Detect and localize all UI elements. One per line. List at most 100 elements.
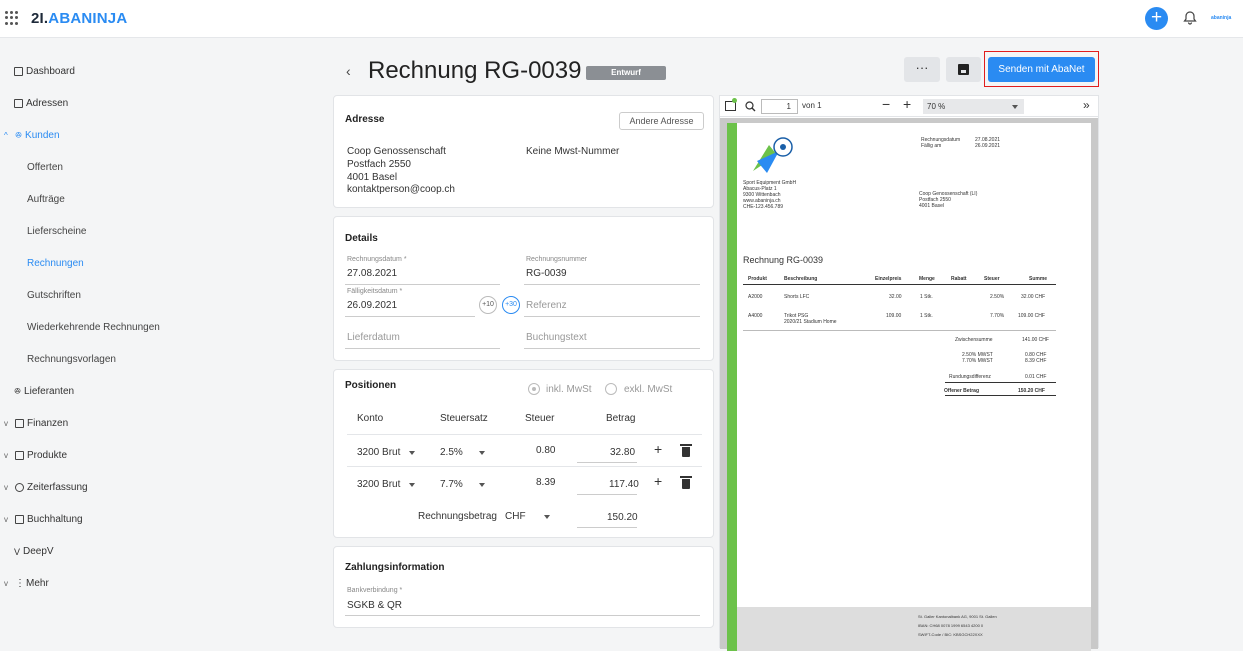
details-title: Details — [345, 233, 378, 244]
zoom-in-icon[interactable]: + — [903, 96, 911, 112]
bell-icon[interactable] — [1182, 10, 1198, 26]
sidebar-item-deepv[interactable]: V DeepV — [14, 546, 54, 557]
pdf-col-header: Rabatt — [951, 276, 967, 282]
plus-30-days-button[interactable]: +30 — [502, 296, 520, 314]
sidebar-item-kunden[interactable]: ^ ꔮ Kunden — [4, 130, 60, 141]
bank-select[interactable]: SGKB & QR — [347, 600, 402, 611]
sidebar-item-offerten[interactable]: Offerten — [27, 162, 63, 173]
excl-vat-label: exkl. MwSt — [624, 384, 673, 395]
dropdown-arrow-icon[interactable] — [479, 451, 485, 455]
chevron-down-icon: v — [4, 419, 8, 428]
add-row-icon[interactable]: + — [654, 473, 662, 489]
tax-rate-select[interactable]: 7.7% — [440, 479, 463, 490]
app-logo[interactable]: 2I.ABANINJA — [31, 10, 127, 27]
sidebar-item-rechnungsvorlagen[interactable]: Rechnungsvorlagen — [27, 354, 116, 365]
send-abanet-button[interactable]: Senden mit AbaNet — [988, 57, 1095, 82]
account-logo[interactable]: abaninja — [1211, 15, 1231, 21]
address-line: 4001 Basel — [347, 172, 398, 183]
due-date-field[interactable]: 26.09.2021 — [347, 300, 397, 311]
search-icon[interactable] — [745, 101, 756, 112]
dropdown-arrow-icon[interactable] — [409, 451, 415, 455]
sidebar-item-buchhaltung[interactable]: v Buchhaltung — [4, 514, 83, 525]
address-line: Coop Genossenschaft — [347, 146, 446, 157]
sidebar-item-mehr[interactable]: v ⋮ Mehr — [4, 578, 49, 589]
invoice-date-label: Rechnungsdatum * — [347, 256, 407, 263]
meta-label: Fällig am — [921, 143, 942, 149]
positions-card: Positionen inkl. MwSt exkl. MwSt Konto S… — [333, 369, 714, 538]
top-bar: 2I.ABANINJA + abaninja — [0, 0, 1243, 38]
pdf-col-header: Summe — [1029, 276, 1048, 282]
trash-icon[interactable] — [680, 476, 692, 489]
column-header-steuer: Steuer — [525, 413, 555, 424]
currency-select[interactable]: CHF — [505, 511, 526, 522]
other-address-button[interactable]: Andere Adresse — [619, 112, 704, 130]
page-number-input[interactable]: 1 — [761, 99, 798, 114]
account-select[interactable]: 3200 Brut — [357, 447, 400, 458]
pdf-rule — [743, 284, 1056, 285]
dropdown-arrow-icon[interactable] — [409, 483, 415, 487]
trash-icon[interactable] — [680, 444, 692, 457]
pdf-page: Sport Equipment GmbH Abacus-Platz 1 9300… — [727, 123, 1091, 651]
pdf-item-tax: 2.50% — [990, 294, 1005, 300]
booking-text-input[interactable]: Buchungstext — [526, 332, 587, 343]
field-underline — [577, 462, 637, 463]
sidebar-item-dashboard[interactable]: Dashboard — [14, 66, 75, 77]
incl-vat-radio[interactable] — [528, 383, 540, 395]
dropdown-arrow-icon[interactable] — [544, 515, 550, 519]
dropdown-arrow-icon[interactable] — [479, 483, 485, 487]
zoom-select[interactable]: 70 % — [923, 99, 1024, 114]
field-underline — [345, 316, 475, 317]
sidebar-item-produkte[interactable]: v Produkte — [4, 450, 67, 461]
column-header-steuersatz: Steuersatz — [440, 413, 488, 424]
add-row-icon[interactable]: + — [654, 441, 662, 457]
amount-input[interactable]: 117.40 — [609, 479, 639, 490]
bank-label: Bankverbindung * — [347, 587, 403, 594]
column-header-konto: Konto — [357, 413, 384, 424]
delivery-date-input[interactable]: Lieferdatum — [347, 332, 400, 343]
sidebar-item-auftraege[interactable]: Aufträge — [27, 194, 65, 205]
tax-rate-select[interactable]: 2.5% — [440, 447, 463, 458]
sidebar-item-lieferscheine[interactable]: Lieferscheine — [27, 226, 86, 237]
field-underline — [577, 527, 637, 528]
sidebar-item-finanzen[interactable]: v Finanzen — [4, 418, 68, 429]
sidebar-item-wiederkehrende-rechnungen[interactable]: Wiederkehrende Rechnungen — [27, 322, 160, 333]
address-line: Postfach 2550 — [347, 159, 411, 170]
pdf-item-price: 109.00 — [886, 313, 902, 319]
more-options-button[interactable]: ··· — [904, 57, 940, 82]
reference-input[interactable]: Referenz — [526, 300, 567, 311]
invoice-number-field[interactable]: RG-0039 — [526, 268, 567, 279]
page-count: von 1 — [802, 101, 822, 110]
chevron-down-icon: v — [4, 451, 8, 460]
account-select[interactable]: 3200 Brut — [357, 479, 400, 490]
due-date-label: Fälligkeitsdatum * — [347, 288, 403, 295]
amount-input[interactable]: 32.80 — [610, 447, 635, 458]
sidebar-item-lieferanten[interactable]: ꔮ Lieferanten — [14, 386, 74, 397]
more-tools-icon[interactable]: » — [1083, 98, 1090, 112]
add-icon[interactable]: + — [1145, 7, 1168, 30]
payment-card: Zahlungsinformation Bankverbindung * SGK… — [333, 546, 714, 628]
plus-10-days-button[interactable]: +10 — [479, 296, 497, 314]
row-divider — [347, 434, 702, 435]
sidebar-item-adressen[interactable]: Adressen — [14, 98, 68, 109]
save-button[interactable] — [946, 57, 981, 82]
total-label: Rechnungsbetrag — [418, 511, 497, 522]
finance-icon — [15, 419, 24, 428]
apps-grid-icon[interactable] — [5, 11, 19, 25]
sidebar-item-rechnungen[interactable]: Rechnungen — [27, 258, 84, 269]
pdf-footer-line: IBAN: CH68 0078 1999 6543 4200 0 — [918, 623, 984, 628]
sidebar-item-zeiterfassung[interactable]: v Zeiterfassung — [4, 482, 88, 493]
pdf-subtotal-label: Zwischensumme — [955, 337, 993, 343]
pdf-toolbar: 1 von 1 − + 70 % » — [720, 96, 1098, 117]
dropdown-arrow-icon[interactable] — [1012, 105, 1018, 109]
sidebar-item-gutschriften[interactable]: Gutschriften — [27, 290, 81, 301]
back-chevron-icon[interactable]: ‹ — [346, 63, 351, 79]
products-icon — [15, 451, 24, 460]
sidebar: Dashboard Adressen ^ ꔮ Kunden Offerten Auf… — [0, 38, 200, 648]
company-logo — [753, 137, 793, 173]
zoom-out-icon[interactable]: − — [882, 96, 890, 112]
invoice-date-field[interactable]: 27.08.2021 — [347, 268, 397, 279]
excl-vat-radio[interactable] — [605, 383, 617, 395]
pdf-item-sum: 32.00 CHF — [1021, 294, 1046, 300]
total-amount: 150.20 — [607, 512, 638, 523]
pdf-rounding: 0.01 CHF — [1025, 374, 1047, 380]
